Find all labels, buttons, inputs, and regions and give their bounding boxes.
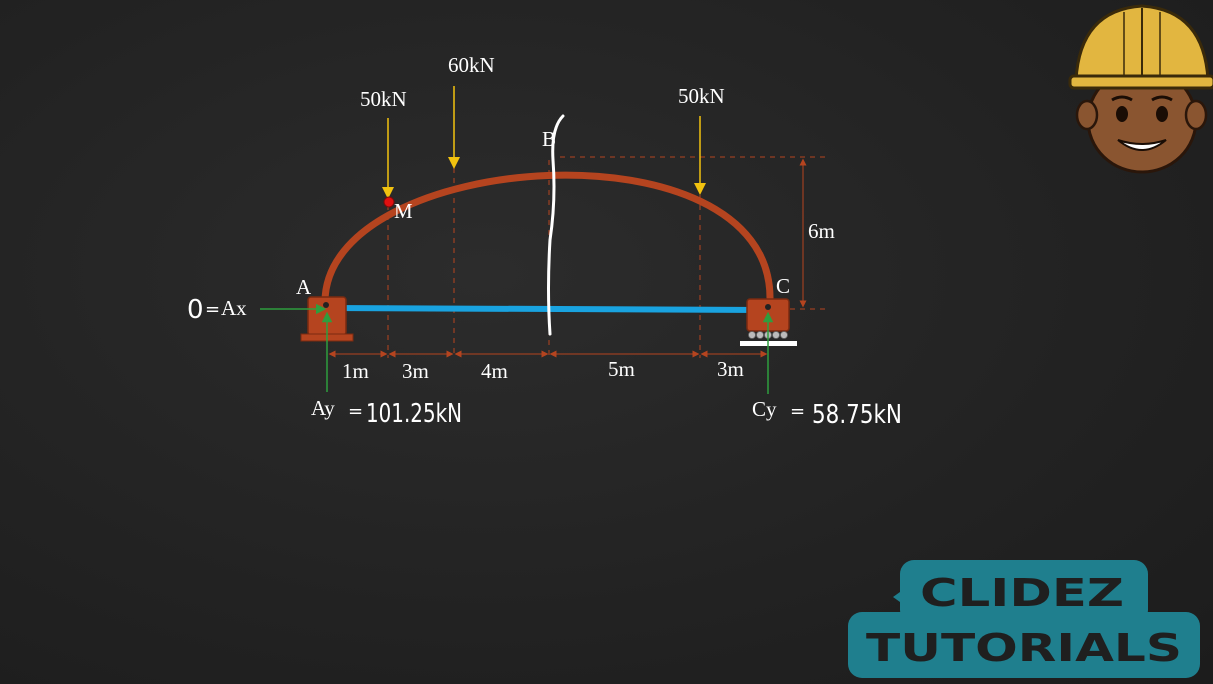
cy-equals: = <box>790 401 805 422</box>
point-m-marker <box>383 196 395 208</box>
structure-diagram: 60kN 50kN 50kN A B C M 6m 1m 3m 4m 5m 3m… <box>187 4 1213 678</box>
point-label-a: A <box>296 275 312 299</box>
brand-logo: CLIDEZ TUTORIALS <box>848 560 1200 678</box>
ay-equals: = <box>348 401 363 422</box>
span-label-5: 3m <box>717 357 744 381</box>
brand-line-2: TUTORIALS <box>866 626 1182 670</box>
cy-value: 58.75kN <box>812 400 902 430</box>
rise-label: 6m <box>808 219 835 243</box>
load-label-50kn-left: 50kN <box>360 87 407 111</box>
load-label-60kn: 60kN <box>448 53 495 77</box>
ay-value: 101.25kN <box>366 399 462 429</box>
point-label-m: M <box>394 199 413 223</box>
span-label-4: 5m <box>608 357 635 381</box>
ay-label: Ay <box>311 396 335 420</box>
ax-equals: = <box>205 299 220 320</box>
span-label-1: 1m <box>342 359 369 383</box>
span-label-3: 4m <box>481 359 508 383</box>
load-label-50kn-right: 50kN <box>678 84 725 108</box>
construction-worker-mascot-icon <box>1068 4 1213 174</box>
brand-line-1: CLIDEZ <box>920 571 1124 615</box>
ax-value: 0 <box>187 295 204 325</box>
ax-label: Ax <box>221 296 247 320</box>
span-label-2: 3m <box>402 359 429 383</box>
cy-label: Cy <box>752 397 777 421</box>
point-label-b: B <box>542 127 556 151</box>
point-label-c: C <box>776 274 790 298</box>
